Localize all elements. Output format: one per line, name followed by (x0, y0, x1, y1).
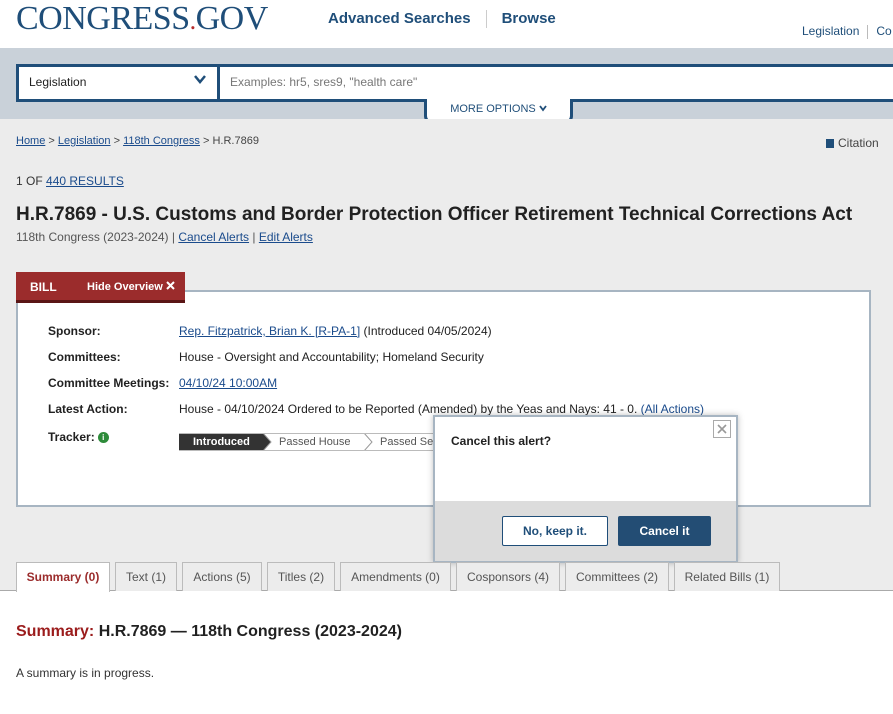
edit-alerts-link[interactable]: Edit Alerts (259, 230, 313, 244)
utility-link-truncated[interactable]: Co (876, 24, 891, 38)
citation-label: Citation (838, 136, 879, 150)
result-prefix: 1 OF (16, 174, 43, 188)
breadcrumb-congress[interactable]: 118th Congress (123, 135, 200, 147)
bill-type-tab: BILL Hide Overview (16, 272, 185, 303)
dialog-question: Cancel this alert? (451, 434, 552, 448)
tab-amendments[interactable]: Amendments (0) (340, 562, 451, 591)
results-link[interactable]: 440 RESULTS (46, 174, 124, 188)
bill-subline: 118th Congress (2023-2024) | Cancel Aler… (16, 230, 313, 244)
info-icon[interactable]: i (97, 432, 109, 443)
search-scope-select[interactable]: Legislation (19, 67, 220, 99)
citation-link[interactable]: Citation (826, 136, 879, 150)
breadcrumb-separator: > (48, 135, 55, 147)
hide-overview-label: Hide Overview (87, 281, 163, 293)
sponsor-label: Sponsor: (48, 324, 101, 338)
congress-gov-logo[interactable]: CONGRESS.GOV (16, 0, 268, 38)
tab-committees[interactable]: Committees (2) (565, 562, 669, 591)
summary-text: A summary is in progress. (16, 666, 155, 680)
search-input[interactable]: Examples: hr5, sres9, "health care" (230, 75, 417, 89)
chevron-down-icon (194, 75, 206, 84)
summary-label: Summary: (16, 623, 95, 640)
dialog-footer: No, keep it. Cancel it (435, 501, 736, 561)
tab-related-bills[interactable]: Related Bills (1) (674, 562, 780, 591)
tracker-step-introduced: Introduced (193, 436, 250, 448)
sponsor-link[interactable]: Rep. Fitzpatrick, Brian K. [R-PA-1] (179, 324, 360, 338)
close-icon (717, 424, 727, 434)
search-bar: Legislation Examples: hr5, sres9, "healt… (16, 64, 893, 102)
citation-icon (826, 139, 834, 148)
cancel-alerts-link[interactable]: Cancel Alerts (178, 230, 249, 244)
top-nav: Advanced Searches Browse (328, 10, 556, 29)
keep-alert-button[interactable]: No, keep it. (502, 516, 608, 546)
close-icon (166, 281, 175, 290)
latest-action-text: House - 04/10/2024 Ordered to be Reporte… (179, 402, 638, 416)
summary-title: H.R.7869 — 118th Congress (2023-2024) (98, 623, 402, 640)
cancel-alert-dialog: Cancel this alert? No, keep it. Cancel i… (433, 415, 738, 563)
tracker-step-passed-house: Passed House (279, 436, 351, 448)
sponsor-value: Rep. Fitzpatrick, Brian K. [R-PA-1] (Int… (179, 324, 492, 338)
nav-browse[interactable]: Browse (502, 10, 556, 27)
summary-heading: Summary: H.R.7869 — 118th Congress (2023… (16, 623, 402, 641)
committees-value: House - Oversight and Accountability; Ho… (179, 350, 484, 364)
utility-links: Legislation Co (802, 24, 892, 39)
breadcrumb-legislation[interactable]: Legislation (58, 135, 111, 147)
nav-advanced-searches[interactable]: Advanced Searches (328, 10, 471, 27)
bill-type-label: BILL (30, 280, 57, 294)
tab-text[interactable]: Text (1) (115, 562, 177, 591)
breadcrumb-separator: > (113, 135, 120, 147)
more-options-label: MORE OPTIONS (450, 103, 536, 115)
breadcrumb-current: H.R.7869 (212, 135, 259, 147)
logo-tld-text: GOV (195, 0, 269, 37)
result-position: 1 OF 440 RESULTS (16, 174, 124, 188)
committee-meetings-label: Committee Meetings: (48, 376, 170, 390)
site-header: CONGRESS.GOV Advanced Searches Browse Leg… (0, 0, 893, 48)
congress-session: 118th Congress (2023-2024) (16, 230, 169, 244)
sponsor-introduced: (Introduced 04/05/2024) (363, 324, 492, 338)
breadcrumb-home[interactable]: Home (16, 135, 45, 147)
hide-overview-button[interactable]: Hide Overview (87, 281, 175, 293)
confirm-cancel-button[interactable]: Cancel it (618, 516, 711, 546)
logo-main-text: CONGRESS (16, 0, 190, 37)
tracker-label-text: Tracker: (48, 430, 95, 444)
tab-summary[interactable]: Summary (0) (16, 562, 110, 592)
dialog-close-button[interactable] (713, 420, 731, 438)
tab-cosponsors[interactable]: Cosponsors (4) (456, 562, 560, 591)
committee-meetings-value: 04/10/24 10:00AM (179, 376, 277, 390)
committee-meeting-link[interactable]: 04/10/24 10:00AM (179, 376, 277, 390)
latest-action-value: House - 04/10/2024 Ordered to be Reporte… (179, 402, 704, 416)
utility-link-legislation[interactable]: Legislation (802, 24, 859, 38)
latest-action-label: Latest Action: (48, 402, 128, 416)
committees-label: Committees: (48, 350, 121, 364)
all-actions-link[interactable]: (All Actions) (641, 402, 704, 416)
tab-titles[interactable]: Titles (2) (267, 562, 335, 591)
nav-divider (485, 10, 487, 29)
chevron-down-icon (539, 105, 547, 112)
search-scope-value: Legislation (29, 75, 87, 89)
breadcrumb-separator: > (202, 135, 210, 147)
tracker-step-passed-senate: Passed Se (380, 436, 434, 448)
tracker-label: Tracker: i (48, 430, 109, 444)
utility-divider (867, 24, 869, 39)
breadcrumb: Home > Legislation > 118th Congress > H.… (16, 135, 259, 147)
tab-actions[interactable]: Actions (5) (182, 562, 262, 591)
page-title: H.R.7869 - U.S. Customs and Border Prote… (16, 204, 853, 225)
